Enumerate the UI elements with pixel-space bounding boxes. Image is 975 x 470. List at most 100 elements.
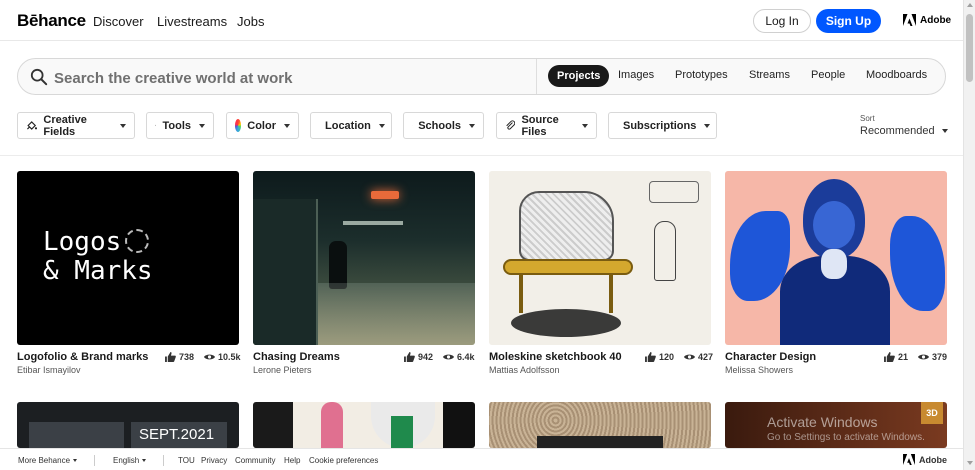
adobe-logo-icon [903,454,915,465]
search-input[interactable] [54,68,524,88]
footer-community[interactable]: Community [235,456,275,465]
filter-color[interactable]: Color [226,112,299,139]
chevron-down-icon [469,123,475,128]
dark-shape [443,402,475,448]
project-owner[interactable]: Mattias Adolfsson [489,365,560,375]
nav-jobs[interactable]: Jobs [237,14,264,29]
wet-street-shape [318,283,475,345]
sort-value: Recommended [860,125,935,137]
footer-tou[interactable]: TOU [178,456,195,465]
shadow-shape [511,309,621,337]
footer-cookie-preferences[interactable]: Cookie preferences [309,456,378,465]
scrollbar-thumb[interactable] [966,14,973,82]
project-title[interactable]: Chasing Dreams [253,351,340,363]
dark-shape [253,402,293,448]
tab-prototypes[interactable]: Prototypes [675,69,728,81]
views-count: 10.5k [218,352,241,362]
footer-help[interactable]: Help [284,456,300,465]
activate-windows-subtitle: Go to Settings to activate Windows. [767,432,925,443]
nav-livestreams[interactable]: Livestreams [157,14,227,29]
project-thumbnail-row2-3[interactable] [489,402,711,448]
chevron-down-icon [120,123,126,128]
filter-label: Subscriptions [623,119,697,132]
behance-logo[interactable]: Bēhance [17,11,86,31]
chevron-down-icon [941,129,948,133]
filter-label: Tools [162,119,191,132]
filter-tools[interactable]: Tools [146,112,214,139]
scroll-down-arrow-icon[interactable] [967,461,973,465]
footer: More Behance English TOU Privacy Communi… [0,448,963,470]
project-thumbnail-chasing-dreams[interactable] [253,171,475,345]
project-thumbnail-moleskine[interactable] [489,171,711,345]
tab-moodboards[interactable]: Moodboards [866,69,927,81]
filter-creative-fields[interactable]: Creative Fields [17,112,135,139]
project-thumbnail-logofolio[interactable]: Logos & Marks [17,171,239,345]
project-title[interactable]: Logofolio & Brand marks [17,351,148,363]
filter-label: Schools [418,119,461,132]
tab-projects[interactable]: Projects [548,65,610,87]
filter-label: Color [247,119,276,132]
tab-streams[interactable]: Streams [749,69,790,81]
adobe-logo-icon [903,14,916,26]
filter-source-files[interactable]: Source Files [496,112,597,139]
art-line-1: Logos [43,228,153,257]
thumbnail-art-text: Logos & Marks [43,228,153,286]
likes-count: 21 [898,352,909,362]
thumbs-up-icon [884,352,895,362]
art-line-2: & Marks [43,256,153,286]
footer-privacy[interactable]: Privacy [201,456,227,465]
footer-more-behance[interactable]: More Behance [18,456,78,465]
chevron-down-icon [704,123,711,128]
project-thumbnail-character-design[interactable] [725,171,947,345]
footer-adobe-label: Adobe [919,454,947,465]
filter-schools[interactable]: Schools [403,112,484,139]
reflection-shape [343,221,403,225]
sept-2021-text: SEPT.2021 [131,422,227,448]
signup-button[interactable]: Sign Up [816,9,881,33]
sort-dropdown[interactable]: Recommended [860,125,948,137]
footer-language[interactable]: English [113,456,147,465]
views-count: 379 [932,352,948,362]
paperclip-icon [506,120,516,130]
eye-icon [443,354,455,360]
project-stats: 21 379 [884,352,947,362]
nav-discover[interactable]: Discover [93,14,144,29]
filter-subscriptions[interactable]: Subscriptions [608,112,717,139]
search-divider [536,59,537,94]
tab-images[interactable]: Images [618,69,654,81]
scroll-up-arrow-icon[interactable] [967,3,973,7]
likes-count: 120 [659,352,675,362]
views-count: 6.4k [457,352,475,362]
project-thumbnail-row2-2[interactable] [253,402,475,448]
search-icon [30,68,48,86]
chevron-down-icon [73,459,78,463]
project-thumbnail-row2-1[interactable]: SEPT.2021 [17,402,239,448]
skeleton-sketch-shape [654,221,676,281]
footer-adobe-link[interactable]: Adobe [903,454,947,465]
sort-label: Sort [860,114,875,123]
adobe-link[interactable]: Adobe [903,14,951,26]
chevron-down-icon [582,123,588,128]
project-thumbnail-row2-4[interactable]: 3D Activate Windows Go to Settings to ac… [725,402,947,448]
machine-sketch-shape [519,191,614,261]
table-leg-shape [609,273,613,313]
tab-people[interactable]: People [811,69,845,81]
bus-shelter-shape [253,199,318,345]
views-count: 427 [698,352,714,362]
likes-count: 942 [418,352,434,362]
project-owner[interactable]: Lerone Pieters [253,365,312,375]
doodle-sketch-shape [649,181,699,203]
chevron-down-icon [142,459,147,463]
divider [0,155,963,156]
project-owner[interactable]: Melissa Showers [725,365,793,375]
eye-icon [204,354,216,360]
project-title[interactable]: Character Design [725,351,816,363]
login-button[interactable]: Log In [753,9,811,33]
page-scrollbar[interactable] [963,0,975,470]
pedestrian-shape [329,241,347,289]
filter-location[interactable]: Location [310,112,392,139]
project-title[interactable]: Moleskine sketchbook 40 [489,351,622,363]
project-owner[interactable]: Etibar Ismayilov [17,365,81,375]
filter-label: Location [325,119,371,132]
footer-divider [163,455,164,466]
